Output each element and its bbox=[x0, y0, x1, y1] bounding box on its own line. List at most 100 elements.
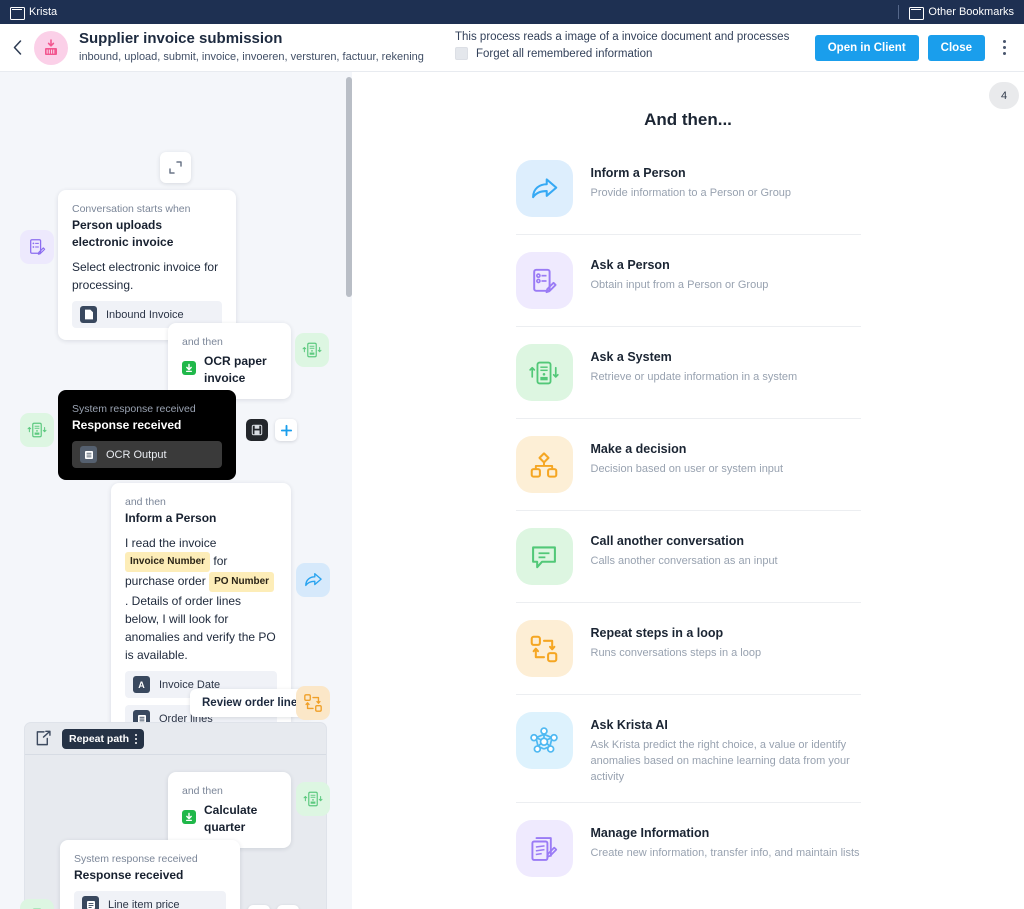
option-title: Make a decision bbox=[590, 442, 687, 456]
inform-a-person-icon bbox=[305, 573, 322, 587]
node-card-system-response-1[interactable]: System response received Response receiv… bbox=[58, 390, 236, 480]
option-icon-wrap bbox=[515, 160, 573, 217]
plus-icon bbox=[280, 424, 292, 436]
repeat-path-header: Repeat path bbox=[25, 723, 326, 755]
add-step-button[interactable] bbox=[275, 419, 297, 441]
chip-label: Line item price bbox=[108, 898, 180, 909]
decision-tree-icon bbox=[530, 451, 558, 478]
option-call-another-conversation[interactable]: Call another conversation Calls another … bbox=[515, 528, 861, 603]
node-title: OCR paper invoice bbox=[204, 354, 267, 385]
download-green-icon bbox=[182, 360, 196, 380]
node-icon-ask-a-system-4[interactable] bbox=[20, 899, 54, 909]
app-header: Supplier invoice submission inbound, upl… bbox=[0, 24, 1024, 72]
node-eyebrow: and then bbox=[182, 336, 223, 348]
text-icon: A bbox=[133, 676, 150, 693]
binary-icon bbox=[80, 446, 97, 463]
forget-checkbox[interactable] bbox=[455, 47, 468, 60]
option-subtitle: Calls another conversation as an input bbox=[590, 555, 778, 567]
option-subtitle: Provide information to a Person or Group bbox=[590, 187, 792, 199]
node-icon-ask-a-system-2[interactable] bbox=[20, 413, 54, 447]
repeat-path-label: Repeat path bbox=[69, 732, 130, 745]
option-subtitle: Retrieve or update information in a syst… bbox=[590, 371, 798, 383]
process-tags: inbound, upload, submit, invoice, invoer… bbox=[79, 51, 424, 63]
node-title: Response received bbox=[74, 868, 184, 882]
node-icon-ask-a-system-1[interactable] bbox=[295, 333, 329, 367]
forget-info-row[interactable]: Forget all remembered information bbox=[455, 47, 789, 60]
other-bookmarks-label: Other Bookmarks bbox=[928, 6, 1014, 18]
node-eyebrow: System response received bbox=[72, 403, 196, 415]
option-icon-wrap bbox=[515, 344, 573, 401]
variable-tag-po-number[interactable]: PO Number bbox=[209, 572, 275, 592]
node-icon-ask-a-person[interactable] bbox=[20, 230, 54, 264]
node-card-calculate-quarter[interactable]: and then Calculate quarter bbox=[168, 772, 291, 848]
node-eyebrow: System response received bbox=[74, 853, 198, 865]
node-body-part-1: I read the invoice bbox=[125, 536, 217, 550]
node-body: Select electronic invoice for processing… bbox=[72, 260, 219, 292]
node-eyebrow: and then bbox=[125, 496, 166, 508]
save-response-button-2[interactable] bbox=[248, 905, 270, 909]
node-title: Inform a Person bbox=[125, 511, 217, 525]
form-pencil-icon bbox=[533, 268, 557, 293]
avatar bbox=[34, 30, 68, 65]
folder-icon bbox=[10, 6, 25, 20]
conversation-canvas[interactable]: Conversation starts when Person uploads … bbox=[0, 72, 352, 909]
download-green-icon bbox=[182, 809, 196, 829]
node-card-system-response-2[interactable]: System response received Response receiv… bbox=[60, 840, 240, 909]
option-icon-wrap bbox=[515, 436, 573, 493]
node-icon-inform-a-person[interactable] bbox=[296, 563, 330, 597]
repeat-path-chip[interactable]: Repeat path bbox=[62, 728, 145, 749]
option-subtitle: Ask Krista predict the right choice, a v… bbox=[590, 739, 850, 783]
option-make-a-decision[interactable]: Make a decision Decision based on user o… bbox=[515, 436, 861, 511]
option-ask-a-system[interactable]: Ask a System Retrieve or update informat… bbox=[515, 344, 861, 419]
close-button[interactable]: Close bbox=[927, 34, 985, 61]
node-card-ocr-paper-invoice[interactable]: and then OCR paper invoice bbox=[168, 323, 291, 399]
node-icon-ask-a-system-3[interactable] bbox=[296, 782, 330, 816]
chat-bubble-icon bbox=[532, 545, 556, 568]
kebab-menu-icon[interactable] bbox=[135, 733, 138, 744]
node-body-text: I read the invoice Invoice Number for pu… bbox=[125, 534, 277, 664]
option-manage-information[interactable]: Manage Information Create new informatio… bbox=[515, 820, 861, 894]
node-title: Person uploads electronic invoice bbox=[72, 218, 174, 249]
ask-a-system-icon bbox=[303, 791, 323, 807]
chip-label: Inbound Invoice bbox=[106, 308, 184, 321]
option-icon-wrap bbox=[515, 252, 573, 309]
option-repeat-steps-in-a-loop[interactable]: Repeat steps in a loop Runs conversation… bbox=[515, 620, 861, 695]
option-title: Manage Information bbox=[590, 826, 710, 840]
kebab-menu-icon[interactable] bbox=[994, 35, 1014, 61]
node-card-conversation-start[interactable]: Conversation starts when Person uploads … bbox=[58, 190, 236, 340]
and-then-panel: 4 And then... Inform a Person Provide in… bbox=[352, 72, 1024, 909]
process-description: This process reads a image of a invoice … bbox=[455, 31, 790, 43]
panel-title: And then... bbox=[644, 110, 732, 129]
option-icon-wrap bbox=[515, 712, 573, 769]
forget-checkbox-label: Forget all remembered information bbox=[476, 47, 653, 60]
variable-tag-invoice-number[interactable]: Invoice Number bbox=[125, 552, 211, 572]
expand-canvas-button[interactable] bbox=[160, 152, 191, 183]
open-in-client-button[interactable]: Open in Client bbox=[814, 34, 919, 61]
node-chip[interactable]: Line item price bbox=[74, 891, 226, 909]
node-title: Calculate quarter bbox=[204, 803, 258, 834]
option-inform-a-person[interactable]: Inform a Person Provide information to a… bbox=[515, 160, 861, 235]
ask-a-system-icon bbox=[302, 342, 322, 358]
option-icon-wrap bbox=[515, 620, 573, 677]
option-ask-krista-ai[interactable]: Ask Krista AI Ask Krista predict the rig… bbox=[515, 712, 861, 803]
node-eyebrow: Conversation starts when bbox=[72, 203, 191, 215]
node-chip[interactable]: OCR Output bbox=[72, 441, 222, 468]
option-icon-wrap bbox=[515, 528, 573, 585]
option-ask-a-person[interactable]: Ask a Person Obtain input from a Person … bbox=[515, 252, 861, 327]
number-icon bbox=[82, 896, 99, 909]
bookmark-krista[interactable]: Krista bbox=[10, 6, 57, 20]
neural-network-icon bbox=[530, 726, 558, 753]
save-response-button[interactable] bbox=[246, 419, 268, 441]
add-step-button-2[interactable] bbox=[277, 905, 299, 909]
back-button[interactable] bbox=[0, 24, 34, 72]
share-arrow-icon bbox=[532, 177, 558, 198]
page-title: Supplier invoice submission bbox=[79, 30, 283, 47]
ask-a-system-icon bbox=[27, 422, 47, 438]
option-title: Repeat steps in a loop bbox=[590, 626, 724, 640]
node-body-part-3: . Details of order lines below, I will l… bbox=[125, 594, 276, 662]
node-icon-repeat-loop[interactable] bbox=[296, 686, 330, 720]
other-bookmarks-button[interactable]: Other Bookmarks bbox=[909, 6, 1014, 20]
document-icon bbox=[80, 306, 97, 323]
repeat-loop-icon bbox=[530, 635, 558, 662]
exit-loop-icon[interactable] bbox=[35, 730, 52, 747]
